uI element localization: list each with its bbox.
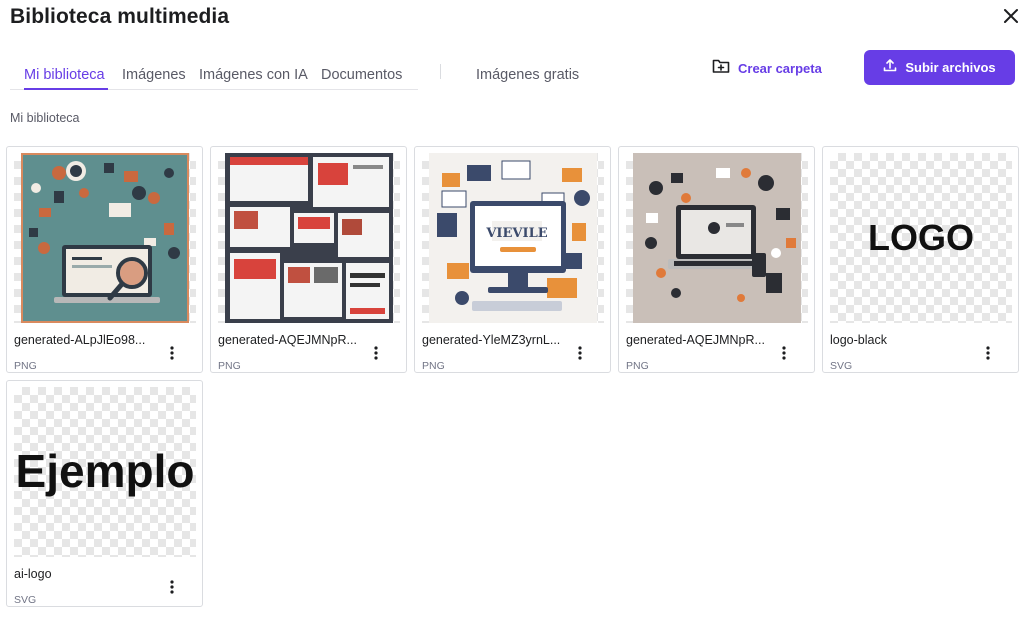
upload-files-button[interactable]: Subir archivos: [864, 50, 1015, 85]
active-tab-indicator: [24, 88, 108, 90]
file-type: PNG: [218, 360, 241, 372]
more-options-icon[interactable]: [777, 345, 791, 361]
thumbnail-image: Ejemplo: [14, 387, 196, 557]
more-options-icon[interactable]: [573, 345, 587, 361]
svg-text:VIEVILE: VIEVILE: [485, 226, 547, 241]
more-options-icon[interactable]: [165, 345, 179, 361]
media-card[interactable]: generated-ALpJlEo98... PNG: [6, 146, 203, 373]
thumbnail-image: [626, 153, 808, 323]
media-card[interactable]: Ejemplo ai-logo SVG: [6, 380, 203, 607]
logo-text: Ejemplo: [16, 445, 195, 497]
thumbnail-image: LOGO: [830, 153, 1012, 323]
thumbnail-image: [218, 153, 400, 323]
tab-images[interactable]: Imágenes: [122, 67, 186, 83]
upload-files-label: Subir archivos: [905, 60, 996, 75]
file-type: PNG: [422, 360, 445, 372]
upload-icon: [883, 58, 897, 77]
file-type: SVG: [830, 360, 853, 372]
more-options-icon[interactable]: [369, 345, 383, 361]
file-name: ai-logo: [14, 567, 52, 581]
thumbnail-image: [14, 153, 196, 323]
tab-ai-images[interactable]: Imágenes con IA: [199, 67, 308, 83]
tabs-divider: [440, 64, 441, 79]
tab-my-library[interactable]: Mi biblioteca: [24, 67, 105, 83]
more-options-icon[interactable]: [981, 345, 995, 361]
file-type: SVG: [14, 594, 37, 606]
file-name: generated-YleMZ3yrnL...: [422, 333, 561, 347]
tab-free-images[interactable]: Imágenes gratis: [476, 67, 579, 83]
more-options-icon[interactable]: [165, 579, 179, 595]
logo-text: LOGO: [868, 217, 974, 258]
media-card[interactable]: generated-AQEJMNpR... PNG: [210, 146, 407, 373]
section-label: Mi biblioteca: [10, 111, 80, 125]
media-card[interactable]: LOGO logo-black SVG: [822, 146, 1019, 373]
file-type: PNG: [626, 360, 649, 372]
folder-plus-icon: [712, 58, 730, 79]
close-icon[interactable]: [1000, 5, 1022, 27]
file-name: generated-ALpJlEo98...: [14, 333, 146, 347]
file-name: logo-black: [830, 333, 887, 347]
tab-documents[interactable]: Documentos: [321, 67, 402, 83]
thumbnail-image: VIEVILE: [422, 153, 604, 323]
create-folder-button[interactable]: Crear carpeta: [712, 56, 822, 80]
file-name: generated-AQEJMNpR...: [218, 333, 357, 347]
media-card[interactable]: generated-AQEJMNpR... PNG: [618, 146, 815, 373]
page-title: Biblioteca multimedia: [10, 5, 230, 28]
file-type: PNG: [14, 360, 37, 372]
media-card[interactable]: VIEVILE generated-YleMZ3yrnL... PNG: [414, 146, 611, 373]
tab-bar: Mi biblioteca Imágenes Imágenes con IA D…: [10, 64, 418, 90]
create-folder-label: Crear carpeta: [738, 60, 822, 76]
file-name: generated-AQEJMNpR...: [626, 333, 765, 347]
